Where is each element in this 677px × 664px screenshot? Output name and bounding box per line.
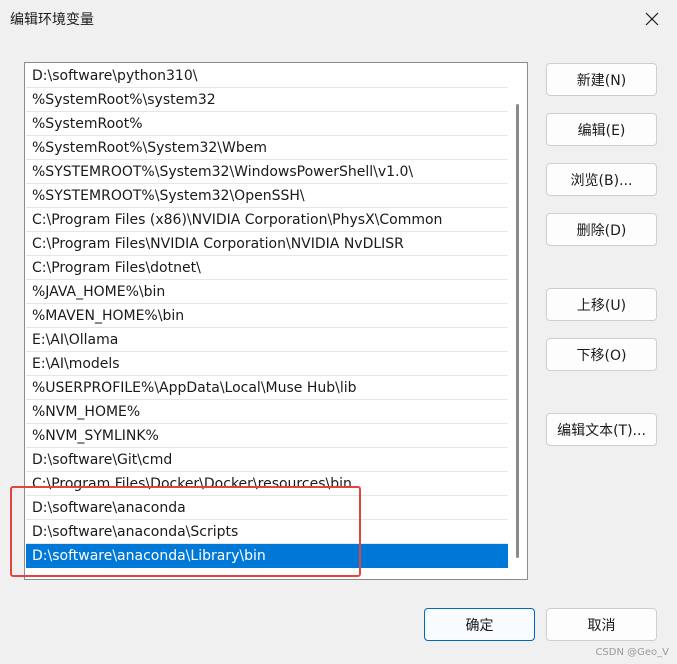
list-item[interactable]: E:\AI\Ollama	[26, 328, 508, 352]
move-up-button[interactable]: 上移(U)	[546, 288, 657, 321]
edit-text-button[interactable]: 编辑文本(T)...	[546, 413, 657, 446]
list-item[interactable]: %NVM_SYMLINK%	[26, 424, 508, 448]
ok-button[interactable]: 确定	[424, 608, 535, 641]
title-bar: 编辑环境变量	[0, 0, 677, 38]
browse-button[interactable]: 浏览(B)...	[546, 163, 657, 196]
move-down-button[interactable]: 下移(O)	[546, 338, 657, 371]
list-item[interactable]: %SYSTEMROOT%\System32\OpenSSH\	[26, 184, 508, 208]
list-item[interactable]: D:\software\anaconda\Library\bin	[26, 544, 508, 568]
list-item[interactable]: %NVM_HOME%	[26, 400, 508, 424]
path-list-items: D:\software\python310\ %SystemRoot%\syste…	[26, 64, 508, 568]
list-item[interactable]: C:\Program Files (x86)\NVIDIA Corporatio…	[26, 208, 508, 232]
list-item[interactable]: %USERPROFILE%\AppData\Local\Muse Hub\lib	[26, 376, 508, 400]
list-item[interactable]: D:\software\python310\	[26, 64, 508, 88]
list-item[interactable]: %SystemRoot%\System32\Wbem	[26, 136, 508, 160]
list-item[interactable]: %MAVEN_HOME%\bin	[26, 304, 508, 328]
list-item[interactable]: C:\Program Files\Docker\Docker\resources…	[26, 472, 508, 496]
new-button[interactable]: 新建(N)	[546, 63, 657, 96]
window-title: 编辑环境变量	[10, 12, 94, 28]
watermark: CSDN @Geo_V	[595, 647, 669, 658]
delete-button[interactable]: 删除(D)	[546, 213, 657, 246]
list-item[interactable]: D:\software\anaconda	[26, 496, 508, 520]
list-item[interactable]: %JAVA_HOME%\bin	[26, 280, 508, 304]
scrollbar[interactable]	[508, 64, 526, 578]
list-item[interactable]: %SYSTEMROOT%\System32\WindowsPowerShell\…	[26, 160, 508, 184]
path-list[interactable]: D:\software\python310\ %SystemRoot%\syste…	[24, 62, 528, 580]
close-button[interactable]	[639, 6, 665, 32]
cancel-button[interactable]: 取消	[546, 608, 657, 641]
list-item[interactable]: D:\software\Git\cmd	[26, 448, 508, 472]
close-icon	[645, 12, 659, 26]
list-item[interactable]: E:\AI\models	[26, 352, 508, 376]
list-item[interactable]: %SystemRoot%\system32	[26, 88, 508, 112]
edit-button[interactable]: 编辑(E)	[546, 113, 657, 146]
list-item[interactable]: %SystemRoot%	[26, 112, 508, 136]
scroll-thumb[interactable]	[516, 104, 519, 558]
list-item[interactable]: C:\Program Files\NVIDIA Corporation\NVID…	[26, 232, 508, 256]
list-item[interactable]: C:\Program Files\dotnet\	[26, 256, 508, 280]
list-item[interactable]: D:\software\anaconda\Scripts	[26, 520, 508, 544]
